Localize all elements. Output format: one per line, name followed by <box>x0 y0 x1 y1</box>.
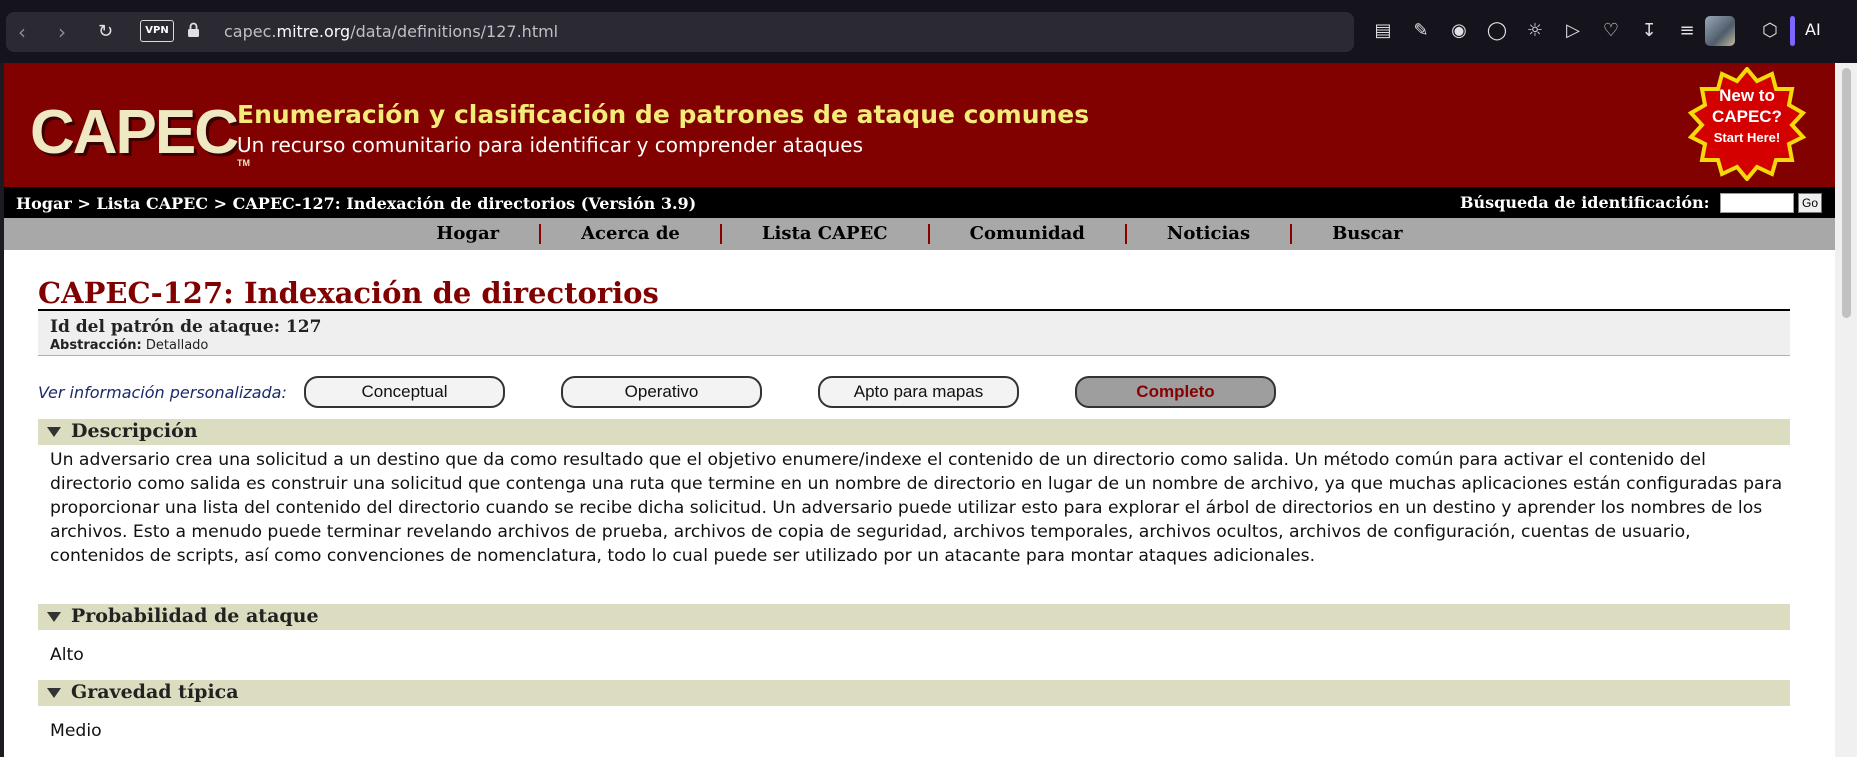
forward-icon[interactable]: › <box>58 22 66 42</box>
section-description[interactable]: Descripción <box>38 419 1790 445</box>
address-bar[interactable] <box>6 12 1354 52</box>
severity-value: Medio <box>50 721 102 741</box>
section-title: Descripción <box>71 420 198 442</box>
download-icon[interactable]: ↧ <box>1636 18 1662 44</box>
scrollbar-thumb[interactable] <box>1842 68 1851 318</box>
page-title: CAPEC-127: Indexación de directorios <box>38 276 659 310</box>
heart-icon[interactable]: ♡ <box>1598 18 1624 44</box>
nav-home[interactable]: Hogar <box>396 224 542 244</box>
badge-line3: Start Here! <box>1713 130 1781 145</box>
view-mapping-button[interactable]: Apto para mapas <box>818 376 1019 408</box>
main-nav: Hogar Acerca de Lista CAPEC Comunidad No… <box>4 218 1835 250</box>
view-operational-button[interactable]: Operativo <box>561 376 762 408</box>
sidebar-indicator <box>1790 16 1795 46</box>
go-button[interactable]: Go <box>1798 193 1822 213</box>
badge-line2: CAPEC? <box>1712 107 1782 126</box>
back-icon[interactable]: ‹ <box>18 22 26 42</box>
nav-news[interactable]: Noticias <box>1127 224 1293 244</box>
collapse-triangle-icon[interactable] <box>47 427 61 437</box>
banner-subtitle: Un recurso comunitario para identificar … <box>237 133 864 157</box>
reload-icon[interactable]: ↻ <box>98 22 113 42</box>
section-title: Probabilidad de ataque <box>71 605 319 627</box>
breadcrumb[interactable]: Hogar > Lista CAPEC > CAPEC-127: Indexac… <box>16 194 696 213</box>
capec-banner: CAPECTM Enumeración y clasificación de p… <box>4 63 1835 187</box>
view-label: Ver información personalizada: <box>38 383 287 402</box>
collapse-triangle-icon[interactable] <box>47 612 61 622</box>
reader-view-icon[interactable]: ▤ <box>1370 18 1396 44</box>
section-title: Gravedad típica <box>71 681 239 703</box>
profile-avatar[interactable] <box>1705 16 1735 46</box>
view-complete-button[interactable]: Completo <box>1075 376 1276 408</box>
url-text[interactable]: capec.mitre.org/data/definitions/127.htm… <box>224 22 558 41</box>
url-path: /data/definitions/127.html <box>350 22 559 41</box>
logo-text: CAPEC <box>30 98 239 167</box>
capec-logo[interactable]: CAPECTM <box>30 97 250 168</box>
nav-community[interactable]: Comunidad <box>930 224 1127 244</box>
id-search-label: Búsqueda de identificación: <box>1460 193 1710 212</box>
nav-search[interactable]: Buscar <box>1292 224 1443 244</box>
section-likelihood[interactable]: Probabilidad de ataque <box>38 604 1790 630</box>
logo-tm: TM <box>237 158 251 168</box>
pattern-id-box: Id del patrón de ataque: 127 Abstracción… <box>38 309 1790 356</box>
browser-toolbar: ‹ › ↻ VPN capec.mitre.org/data/definitio… <box>0 0 1857 63</box>
abstraction-value: Detallado <box>145 338 209 353</box>
badge-line1: New to <box>1719 86 1775 105</box>
nav-capec-list[interactable]: Lista CAPEC <box>722 224 930 244</box>
view-conceptual-button[interactable]: Conceptual <box>304 376 505 408</box>
likelihood-value: Alto <box>50 645 84 665</box>
section-severity[interactable]: Gravedad típica <box>38 680 1790 706</box>
play-icon[interactable]: ▷ <box>1560 18 1586 44</box>
new-to-capec-badge[interactable]: New to CAPEC? Start Here! <box>1687 85 1807 149</box>
abstraction-line: Abstracción: Detallado <box>50 338 208 353</box>
id-search-input[interactable] <box>1720 193 1794 213</box>
banner-title: Enumeración y clasificación de patrones … <box>237 100 1090 129</box>
extension-icon[interactable]: ⬡ <box>1762 20 1778 41</box>
pattern-id: Id del patrón de ataque: 127 <box>50 317 322 337</box>
edit-icon[interactable]: ✎ <box>1408 18 1434 44</box>
web-page: CAPECTM Enumeración y clasificación de p… <box>4 63 1835 757</box>
url-domain: mitre.org <box>276 22 351 41</box>
abstraction-label: Abstracción: <box>50 338 142 353</box>
lock-icon[interactable] <box>187 22 200 38</box>
url-prefix: capec. <box>224 22 277 41</box>
translate-icon[interactable]: ☼ <box>1522 18 1548 44</box>
collapse-triangle-icon[interactable] <box>47 688 61 698</box>
shield-icon[interactable]: ◯ <box>1484 18 1510 44</box>
nav-about[interactable]: Acerca de <box>541 224 722 244</box>
vpn-badge[interactable]: VPN <box>140 20 174 42</box>
description-text: Un adversario crea una solicitud a un de… <box>50 450 1783 566</box>
ai-button[interactable]: AI <box>1805 20 1821 39</box>
menu-icon[interactable]: ≡ <box>1674 18 1700 44</box>
breadcrumb-bar: Hogar > Lista CAPEC > CAPEC-127: Indexac… <box>4 187 1835 218</box>
camera-icon[interactable]: ◉ <box>1446 18 1472 44</box>
